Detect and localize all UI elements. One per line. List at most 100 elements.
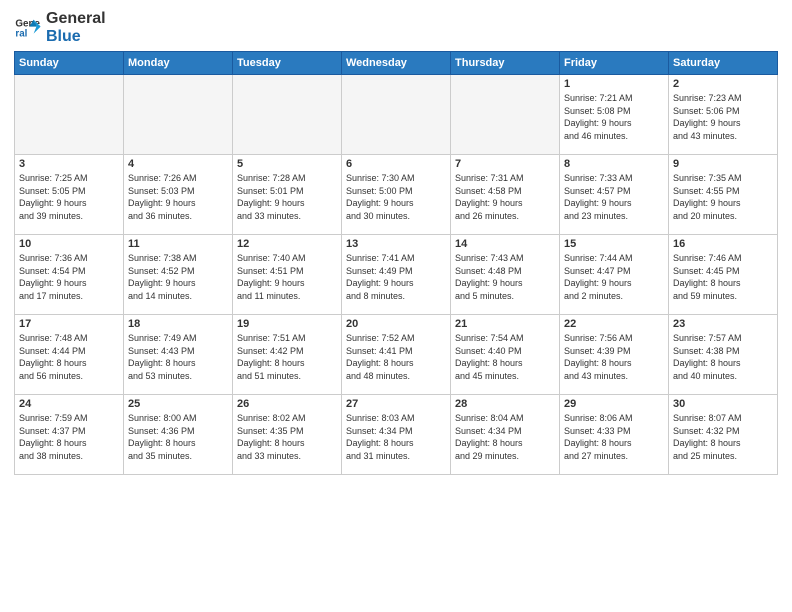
day-number: 27	[346, 398, 446, 410]
day-cell: 24 Sunrise: 7:59 AM Sunset: 4:37 PM Dayli…	[15, 395, 124, 475]
day-info: Sunrise: 8:04 AM Sunset: 4:34 PM Dayligh…	[455, 412, 555, 462]
day-info: Sunrise: 7:21 AM Sunset: 5:08 PM Dayligh…	[564, 92, 664, 142]
day-number: 25	[128, 398, 228, 410]
day-number: 26	[237, 398, 337, 410]
day-cell: 4Sunrise: 7:26 AM Sunset: 5:03 PM Daylig…	[124, 155, 233, 235]
day-info: Sunrise: 7:35 AM Sunset: 4:55 PM Dayligh…	[673, 172, 773, 222]
day-cell: 6 Sunrise: 7:30 AM Sunset: 5:00 PM Daylig…	[342, 155, 451, 235]
logo: Gene ral General Blue	[14, 10, 106, 45]
day-info: Sunrise: 7:46 AM Sunset: 4:45 PM Dayligh…	[673, 252, 773, 302]
day-info: Sunrise: 8:06 AM Sunset: 4:33 PM Dayligh…	[564, 412, 664, 462]
day-number: 28	[455, 398, 555, 410]
day-number: 12	[237, 238, 337, 250]
day-cell: 5 Sunrise: 7:28 AM Sunset: 5:01 PM Daylig…	[233, 155, 342, 235]
day-number: 21	[455, 318, 555, 330]
day-cell: 26 Sunrise: 8:02 AM Sunset: 4:35 PM Dayli…	[233, 395, 342, 475]
day-cell: 20 Sunrise: 7:52 AM Sunset: 4:41 PM Dayli…	[342, 315, 451, 395]
day-number: 6	[346, 158, 446, 170]
day-cell: 25 Sunrise: 8:00 AM Sunset: 4:36 PM Dayli…	[124, 395, 233, 475]
weekday-header-sunday: Sunday	[15, 52, 124, 75]
weekday-header-wednesday: Wednesday	[342, 52, 451, 75]
day-number: 18	[128, 318, 228, 330]
day-cell: 14Sunrise: 7:43 AM Sunset: 4:48 PM Dayli…	[451, 235, 560, 315]
week-row-2: 10 Sunrise: 7:36 AM Sunset: 4:54 PM Dayli…	[15, 235, 778, 315]
day-info: Sunrise: 8:03 AM Sunset: 4:34 PM Dayligh…	[346, 412, 446, 462]
calendar-table: SundayMondayTuesdayWednesdayThursdayFrid…	[14, 51, 778, 475]
day-info: Sunrise: 7:30 AM Sunset: 5:00 PM Dayligh…	[346, 172, 446, 222]
logo-text: General Blue	[46, 10, 106, 45]
day-number: 30	[673, 398, 773, 410]
day-info: Sunrise: 7:41 AM Sunset: 4:49 PM Dayligh…	[346, 252, 446, 302]
day-info: Sunrise: 8:07 AM Sunset: 4:32 PM Dayligh…	[673, 412, 773, 462]
day-cell: 28 Sunrise: 8:04 AM Sunset: 4:34 PM Dayli…	[451, 395, 560, 475]
day-cell: 22 Sunrise: 7:56 AM Sunset: 4:39 PM Dayli…	[560, 315, 669, 395]
day-number: 10	[19, 238, 119, 250]
day-number: 22	[564, 318, 664, 330]
day-cell: 8 Sunrise: 7:33 AM Sunset: 4:57 PM Daylig…	[560, 155, 669, 235]
day-number: 4	[128, 158, 228, 170]
day-info: Sunrise: 7:33 AM Sunset: 4:57 PM Dayligh…	[564, 172, 664, 222]
day-info: Sunrise: 7:44 AM Sunset: 4:47 PM Dayligh…	[564, 252, 664, 302]
day-info: Sunrise: 7:54 AM Sunset: 4:40 PM Dayligh…	[455, 332, 555, 382]
day-cell: 21 Sunrise: 7:54 AM Sunset: 4:40 PM Dayli…	[451, 315, 560, 395]
day-cell: 27 Sunrise: 8:03 AM Sunset: 4:34 PM Dayli…	[342, 395, 451, 475]
week-row-3: 17 Sunrise: 7:48 AM Sunset: 4:44 PM Dayli…	[15, 315, 778, 395]
day-number: 19	[237, 318, 337, 330]
svg-text:ral: ral	[15, 28, 27, 39]
day-info: Sunrise: 8:02 AM Sunset: 4:35 PM Dayligh…	[237, 412, 337, 462]
day-number: 9	[673, 158, 773, 170]
day-info: Sunrise: 7:48 AM Sunset: 4:44 PM Dayligh…	[19, 332, 119, 382]
day-info: Sunrise: 7:25 AM Sunset: 5:05 PM Dayligh…	[19, 172, 119, 222]
week-row-4: 24 Sunrise: 7:59 AM Sunset: 4:37 PM Dayli…	[15, 395, 778, 475]
weekday-header-monday: Monday	[124, 52, 233, 75]
week-row-1: 3 Sunrise: 7:25 AM Sunset: 5:05 PM Daylig…	[15, 155, 778, 235]
day-info: Sunrise: 7:40 AM Sunset: 4:51 PM Dayligh…	[237, 252, 337, 302]
day-number: 3	[19, 158, 119, 170]
day-cell	[15, 75, 124, 155]
day-cell: 2 Sunrise: 7:23 AM Sunset: 5:06 PM Daylig…	[669, 75, 778, 155]
day-info: Sunrise: 7:36 AM Sunset: 4:54 PM Dayligh…	[19, 252, 119, 302]
weekday-header-tuesday: Tuesday	[233, 52, 342, 75]
day-number: 13	[346, 238, 446, 250]
day-info: Sunrise: 7:56 AM Sunset: 4:39 PM Dayligh…	[564, 332, 664, 382]
day-cell: 23 Sunrise: 7:57 AM Sunset: 4:38 PM Dayli…	[669, 315, 778, 395]
day-info: Sunrise: 7:31 AM Sunset: 4:58 PM Dayligh…	[455, 172, 555, 222]
header: Gene ral General Blue	[14, 10, 778, 45]
day-number: 15	[564, 238, 664, 250]
day-info: Sunrise: 7:43 AM Sunset: 4:48 PM Dayligh…	[455, 252, 555, 302]
day-info: Sunrise: 7:59 AM Sunset: 4:37 PM Dayligh…	[19, 412, 119, 462]
day-info: Sunrise: 7:23 AM Sunset: 5:06 PM Dayligh…	[673, 92, 773, 142]
logo-icon: Gene ral	[14, 14, 42, 42]
day-info: Sunrise: 7:28 AM Sunset: 5:01 PM Dayligh…	[237, 172, 337, 222]
day-number: 1	[564, 78, 664, 90]
day-info: Sunrise: 7:52 AM Sunset: 4:41 PM Dayligh…	[346, 332, 446, 382]
day-number: 5	[237, 158, 337, 170]
weekday-header-saturday: Saturday	[669, 52, 778, 75]
day-info: Sunrise: 7:57 AM Sunset: 4:38 PM Dayligh…	[673, 332, 773, 382]
day-cell: 19Sunrise: 7:51 AM Sunset: 4:42 PM Dayli…	[233, 315, 342, 395]
day-cell	[124, 75, 233, 155]
day-number: 2	[673, 78, 773, 90]
day-number: 24	[19, 398, 119, 410]
day-cell: 12 Sunrise: 7:40 AM Sunset: 4:51 PM Dayli…	[233, 235, 342, 315]
day-number: 7	[455, 158, 555, 170]
day-number: 20	[346, 318, 446, 330]
day-cell: 7 Sunrise: 7:31 AM Sunset: 4:58 PM Daylig…	[451, 155, 560, 235]
weekday-header-row: SundayMondayTuesdayWednesdayThursdayFrid…	[15, 52, 778, 75]
day-cell: 1 Sunrise: 7:21 AM Sunset: 5:08 PM Daylig…	[560, 75, 669, 155]
day-cell	[451, 75, 560, 155]
weekday-header-thursday: Thursday	[451, 52, 560, 75]
day-cell	[233, 75, 342, 155]
day-cell: 29Sunrise: 8:06 AM Sunset: 4:33 PM Dayli…	[560, 395, 669, 475]
day-cell	[342, 75, 451, 155]
day-cell: 30 Sunrise: 8:07 AM Sunset: 4:32 PM Dayli…	[669, 395, 778, 475]
day-cell: 10 Sunrise: 7:36 AM Sunset: 4:54 PM Dayli…	[15, 235, 124, 315]
day-number: 11	[128, 238, 228, 250]
day-cell: 16Sunrise: 7:46 AM Sunset: 4:45 PM Dayli…	[669, 235, 778, 315]
day-number: 23	[673, 318, 773, 330]
day-cell: 13 Sunrise: 7:41 AM Sunset: 4:49 PM Dayli…	[342, 235, 451, 315]
day-number: 8	[564, 158, 664, 170]
day-info: Sunrise: 8:00 AM Sunset: 4:36 PM Dayligh…	[128, 412, 228, 462]
day-number: 17	[19, 318, 119, 330]
calendar-container: Gene ral General Blue SundayMondayTuesda…	[0, 0, 792, 485]
